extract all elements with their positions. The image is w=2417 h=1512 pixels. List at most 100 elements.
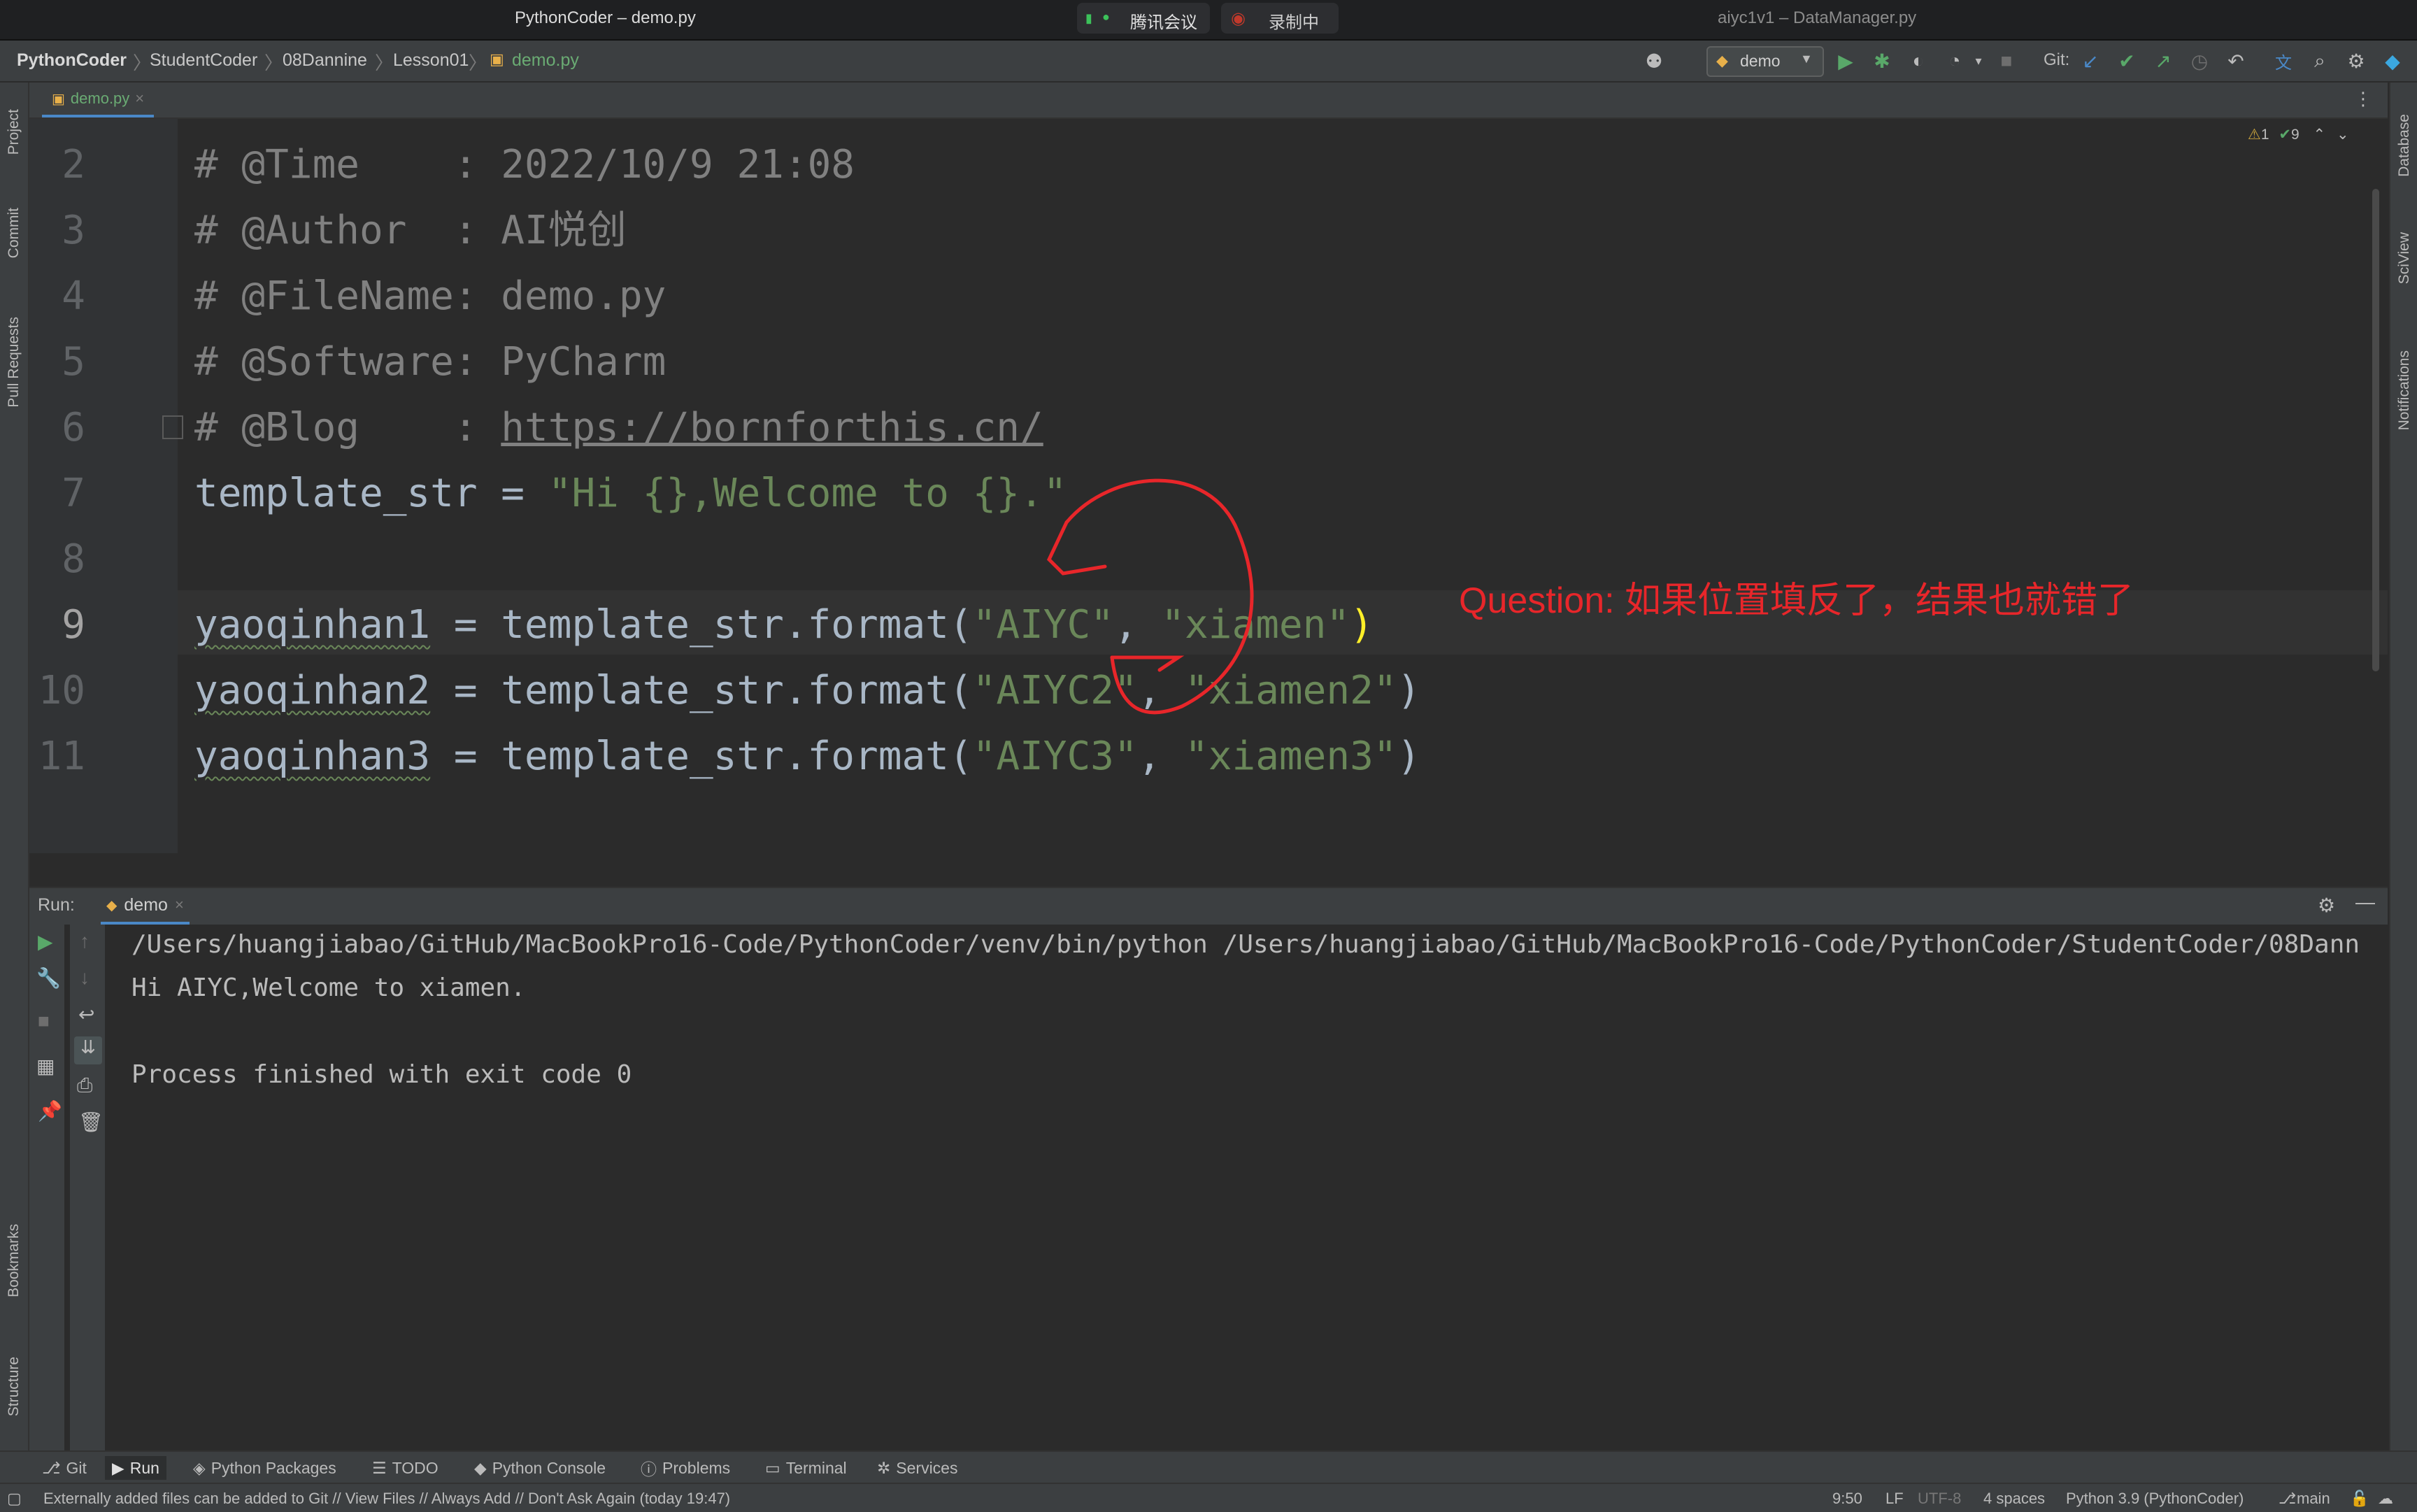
- editor-tab-demo[interactable]: ▣ demo.py ×: [42, 83, 155, 117]
- tool-tab-python-packages[interactable]: ◈ Python Packages: [186, 1456, 343, 1480]
- breadcrumb-separator: 〉: [375, 52, 394, 73]
- tool-tab-bookmarks[interactable]: Bookmarks: [0, 1201, 28, 1320]
- breadcrumb-file[interactable]: demo.py: [512, 50, 579, 71]
- tool-tab-terminal[interactable]: ▭ Terminal: [758, 1456, 854, 1480]
- left-tool-strip: Project Commit Pull Requests Bookmarks S…: [0, 83, 29, 1450]
- tool-tab-structure[interactable]: Structure: [0, 1334, 28, 1439]
- check-icon: ✔: [2279, 127, 2291, 143]
- tool-tab-services[interactable]: ✲ Services: [870, 1456, 964, 1480]
- tool-tab-sciview[interactable]: SciView: [2390, 213, 2417, 304]
- breadcrumb-project[interactable]: PythonCoder: [17, 50, 127, 71]
- ok-count: 9: [2290, 127, 2300, 143]
- tool-tab-pull-requests[interactable]: Pull Requests: [0, 292, 28, 432]
- line-number: 7: [62, 471, 85, 516]
- breadcrumb-folder[interactable]: StudentCoder: [150, 50, 257, 71]
- caret-position[interactable]: 9:50: [1832, 1490, 1862, 1508]
- status-message[interactable]: Externally added files can be added to G…: [43, 1490, 730, 1508]
- record-icon: ◉: [1231, 9, 1246, 28]
- line-number: 8: [62, 536, 85, 582]
- tool-tab-problems[interactable]: ⓘ Problems: [634, 1456, 737, 1480]
- run-icon[interactable]: ▶: [1834, 49, 1858, 73]
- chevron-up-icon[interactable]: ⌃: [2313, 127, 2326, 143]
- history-icon[interactable]: ◷: [2188, 49, 2211, 73]
- git-push-icon[interactable]: ↗: [2151, 49, 2175, 73]
- meeting-indicator[interactable]: ▮ ● 腾讯会议: [1077, 3, 1210, 34]
- line-number: 3: [62, 208, 85, 253]
- warning-count: 1: [2260, 127, 2269, 143]
- breadcrumb-separator: 〉: [133, 52, 152, 73]
- git-branch-icon: ⎇: [2279, 1490, 2297, 1507]
- tool-tab-run[interactable]: ▶ Run: [105, 1456, 166, 1480]
- scroll-to-end-icon[interactable]: ⇊: [74, 1036, 102, 1064]
- tool-tab-todo[interactable]: ☰ TODO: [365, 1456, 445, 1480]
- close-icon[interactable]: ×: [175, 896, 184, 914]
- toggle-panel-icon[interactable]: ▢: [7, 1490, 22, 1508]
- inspection-widget[interactable]: ⚠1 ✔9 ⌃ ⌄: [2248, 126, 2349, 143]
- output-line: Process finished with exit code 0: [131, 1060, 632, 1089]
- print-icon[interactable]: ⎙: [77, 1074, 92, 1097]
- run-tab-demo[interactable]: ◆ demo ×: [101, 888, 190, 925]
- gear-icon[interactable]: ⚙: [2318, 894, 2335, 917]
- breadcrumb-folder[interactable]: Lesson01: [393, 50, 469, 71]
- tool-tab-python-console[interactable]: ◆ Python Console: [467, 1456, 613, 1480]
- tool-tab-commit[interactable]: Commit: [0, 187, 28, 278]
- memory-indicator-icon[interactable]: ☁: [2378, 1490, 2393, 1508]
- breadcrumb-separator: 〉: [469, 52, 487, 73]
- question-annotation: Question: 如果位置填反了，结果也就错了: [1459, 580, 2134, 621]
- run-label: Run:: [38, 895, 75, 915]
- debug-icon[interactable]: ✱: [1870, 49, 1894, 73]
- editor-scrollbar[interactable]: [2372, 189, 2379, 671]
- hide-panel-icon[interactable]: —: [2355, 891, 2375, 913]
- git-update-icon[interactable]: ↙: [2079, 49, 2102, 73]
- jetbrains-logo-icon[interactable]: ◆: [2381, 49, 2404, 73]
- tool-tab-database[interactable]: Database: [2390, 90, 2417, 201]
- user-icon[interactable]: ⚉: [1642, 49, 1666, 73]
- annotation-arrow: [1046, 478, 1254, 715]
- coverage-icon[interactable]: ◐: [1906, 49, 1930, 73]
- window-title-bar: PythonCoder – demo.py ▮ ● 腾讯会议 ◉ 录制中 aiy…: [0, 0, 2417, 41]
- pin-icon[interactable]: 📌: [38, 1099, 62, 1122]
- python-interpreter[interactable]: Python 3.9 (PythonCoder): [2066, 1490, 2244, 1508]
- search-icon[interactable]: ⌕: [2308, 49, 2332, 73]
- wrench-icon[interactable]: 🔧: [36, 967, 61, 990]
- console-icon: ◆: [474, 1458, 487, 1477]
- tool-tab-git[interactable]: ⎇ Git: [35, 1456, 94, 1480]
- stop-icon[interactable]: ■: [38, 1010, 50, 1032]
- lock-icon[interactable]: 🔓: [2350, 1490, 2369, 1508]
- python-file-icon: ▣: [52, 91, 65, 107]
- line-number: 10: [38, 668, 85, 713]
- line-number: 6: [62, 405, 85, 450]
- rollback-icon[interactable]: ↶: [2224, 49, 2248, 73]
- git-commit-icon[interactable]: ✔: [2115, 49, 2139, 73]
- arrow-down-icon[interactable]: ↓: [80, 967, 90, 989]
- meeting-dot-icon: ●: [1102, 10, 1110, 24]
- file-encoding[interactable]: UTF-8: [1918, 1490, 1961, 1508]
- translate-icon[interactable]: 文: [2272, 49, 2295, 73]
- blog-link[interactable]: https://bornforthis.cn/: [501, 405, 1043, 450]
- soft-wrap-icon[interactable]: ↩: [78, 1003, 94, 1026]
- breadcrumb-folder[interactable]: 08Dannine: [283, 50, 367, 71]
- profile-icon[interactable]: ◔: [1943, 49, 1967, 73]
- python-icon: ◆: [106, 897, 117, 913]
- output-line: /Users/huangjiabao/GitHub/MacBookPro16-C…: [131, 930, 2360, 959]
- warning-icon: ⚠: [2248, 127, 2261, 143]
- layout-icon[interactable]: ▦: [36, 1055, 55, 1078]
- tool-tab-notifications[interactable]: Notifications: [2390, 320, 2417, 460]
- arrow-up-icon[interactable]: ↑: [80, 930, 90, 953]
- git-branch[interactable]: main: [2297, 1490, 2330, 1508]
- more-vertical-icon[interactable]: ⋮: [2354, 88, 2372, 110]
- line-separator[interactable]: LF: [1885, 1490, 1904, 1508]
- breadcrumb-separator: 〉: [264, 52, 283, 73]
- recording-indicator[interactable]: ◉ 录制中: [1221, 3, 1339, 34]
- run-config-select[interactable]: ◆ demo ▼: [1706, 46, 1824, 77]
- stop-icon[interactable]: ■: [1995, 49, 2018, 73]
- indent-setting[interactable]: 4 spaces: [1983, 1490, 2045, 1508]
- chevron-down-icon[interactable]: ⌄: [2337, 127, 2349, 143]
- tool-tab-project[interactable]: Project: [0, 87, 28, 178]
- rerun-icon[interactable]: ▶: [38, 930, 53, 953]
- more-run-chevron-icon[interactable]: ▾: [1967, 49, 1990, 73]
- fold-marker-icon[interactable]: [162, 415, 183, 439]
- trash-icon[interactable]: 🗑: [78, 1111, 104, 1134]
- close-icon[interactable]: ×: [135, 90, 144, 108]
- gear-icon[interactable]: ⚙: [2344, 49, 2368, 73]
